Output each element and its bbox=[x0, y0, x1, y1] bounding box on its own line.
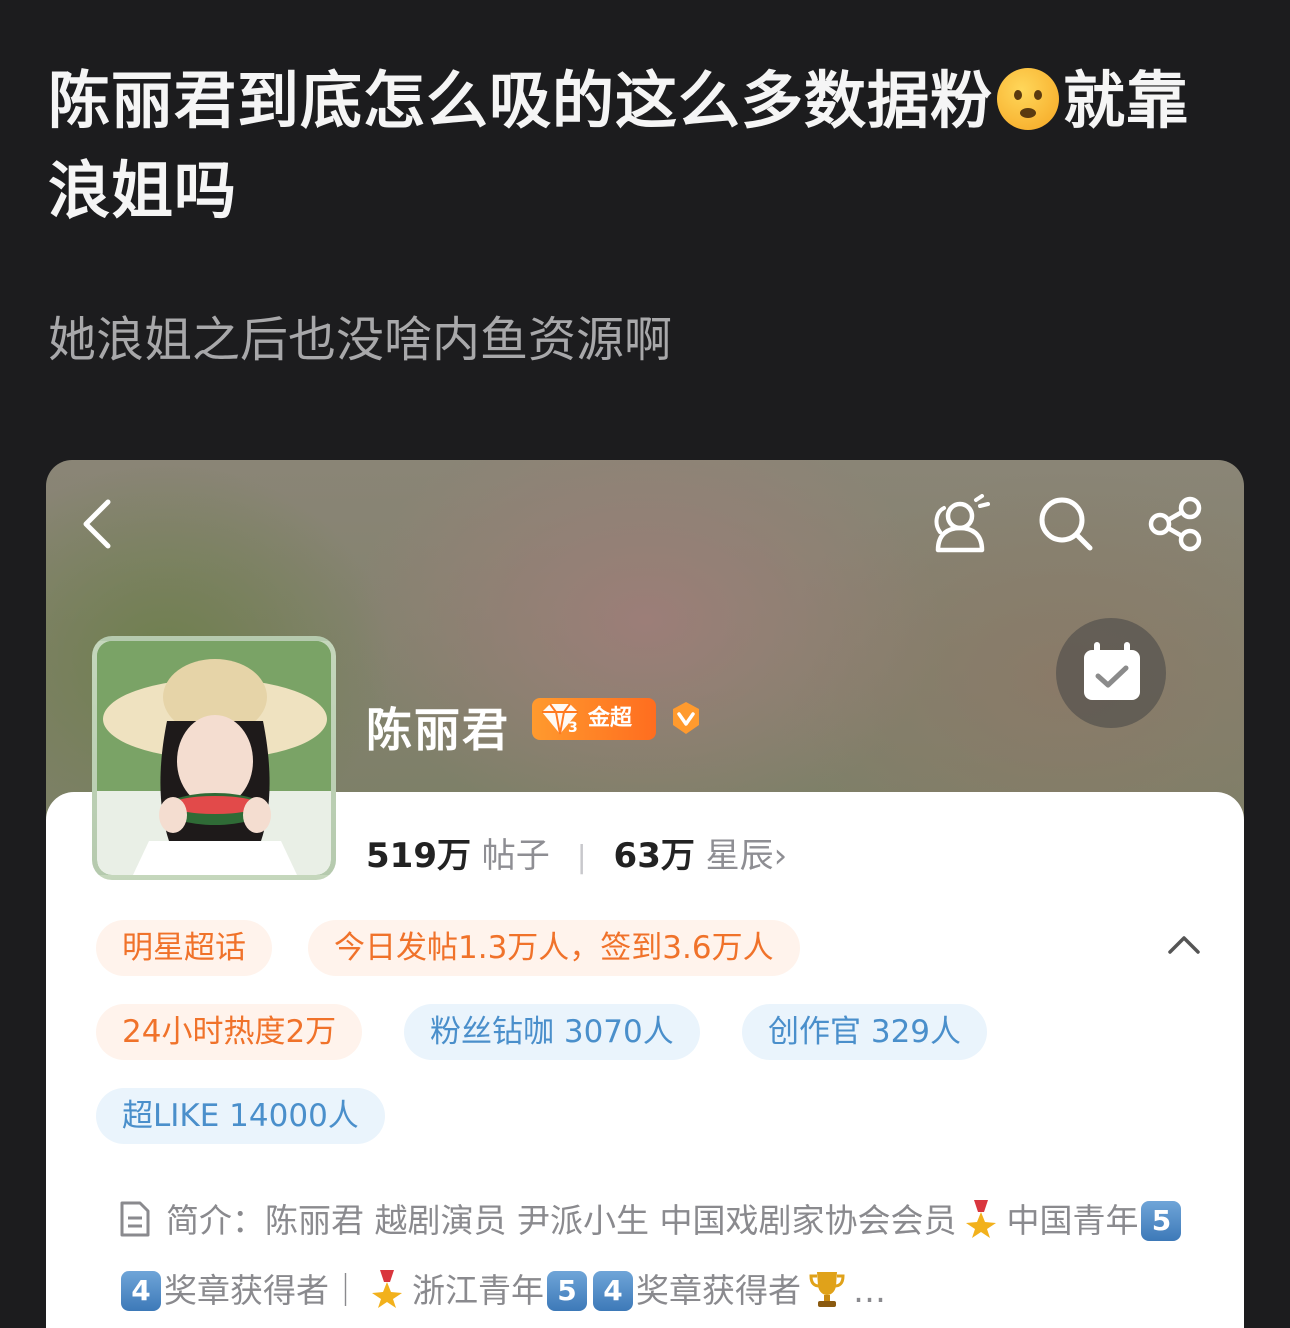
document-icon bbox=[120, 1201, 150, 1237]
profile-stats: 519万 帖子 | 63万 星辰› bbox=[366, 828, 787, 877]
chip-daily-activity[interactable]: 今日发帖1.3万人，签到3.6万人 bbox=[308, 920, 800, 976]
chevron-right-icon: › bbox=[773, 836, 788, 876]
stars-link[interactable]: 63万 星辰› bbox=[614, 836, 788, 876]
post-body: 她浪姐之后也没啥内鱼资源啊 bbox=[48, 312, 673, 368]
intro-text-5: 奖章获得者 bbox=[636, 1271, 801, 1310]
chip-24h-heat[interactable]: 24小时热度2万 bbox=[96, 1004, 363, 1060]
medal-icon bbox=[372, 1270, 402, 1308]
profile-intro[interactable]: 简介：陈丽君 越剧演员 尹派小生 中国戏剧家协会会员 中国青年 54 奖章获得者｜ … bbox=[118, 1186, 1198, 1326]
intro-ellipsis: … bbox=[853, 1271, 886, 1310]
intro-text-3: 奖章获得者｜ bbox=[164, 1271, 362, 1310]
collapse-up-icon[interactable] bbox=[1164, 930, 1204, 960]
profile-name: 陈丽君 bbox=[366, 703, 510, 757]
keycap-4: 4 bbox=[121, 1271, 161, 1311]
medal-icon bbox=[966, 1200, 997, 1238]
screenshot-card: 陈丽君 3 金超 519万 帖子 | 63万 星辰› 明星超话 今日发帖1.3万… bbox=[46, 460, 1244, 1328]
checkin-button[interactable] bbox=[1056, 618, 1166, 728]
badge-label: 金超 bbox=[588, 706, 633, 731]
super-topic-people-icon[interactable] bbox=[930, 494, 994, 556]
trophy-icon bbox=[809, 1272, 845, 1307]
calendar-check-icon bbox=[1084, 642, 1140, 700]
keycap-5: 5 bbox=[547, 1271, 587, 1311]
chip-creator[interactable]: 创作官 329人 bbox=[742, 1004, 988, 1060]
chip-super-like[interactable]: 超LIKE 14000人 bbox=[96, 1088, 385, 1144]
intro-text-1: 简介：陈丽君 越剧演员 尹派小生 中国戏剧家协会会员 bbox=[166, 1201, 957, 1240]
keycap-4: 4 bbox=[593, 1271, 633, 1311]
posts-label: 帖子 bbox=[481, 836, 550, 876]
stars-label: 星辰 bbox=[705, 836, 774, 876]
verified-v-icon bbox=[673, 702, 699, 734]
gold-super-badge[interactable]: 3 金超 bbox=[532, 698, 656, 740]
diamond-level-icon: 3 bbox=[542, 703, 578, 736]
avatar[interactable] bbox=[92, 636, 336, 880]
chip-fan-diamond[interactable]: 粉丝钻咖 3070人 bbox=[404, 1004, 700, 1060]
intro-text-2: 中国青年 bbox=[1006, 1201, 1139, 1240]
search-icon[interactable] bbox=[1036, 494, 1096, 554]
post-title-text: 陈丽君到底怎么吸的这么多数据粉 bbox=[48, 64, 994, 137]
posts-count: 519万 bbox=[366, 836, 471, 876]
share-icon[interactable] bbox=[1146, 494, 1206, 554]
stats-divider: | bbox=[576, 840, 587, 875]
avatar-image bbox=[97, 641, 331, 875]
keycap-5: 5 bbox=[1141, 1201, 1182, 1241]
stars-count: 63万 bbox=[613, 836, 695, 876]
chip-star-topic[interactable]: 明星超话 bbox=[96, 920, 272, 976]
intro-text-4: 浙江青年 bbox=[412, 1271, 544, 1310]
back-icon[interactable] bbox=[76, 494, 120, 554]
anxious-face-icon bbox=[997, 68, 1060, 130]
badge-level: 3 bbox=[568, 720, 578, 736]
post-title: 陈丽君到底怎么吸的这么多数据粉 就靠浪姐吗 bbox=[48, 56, 1248, 236]
